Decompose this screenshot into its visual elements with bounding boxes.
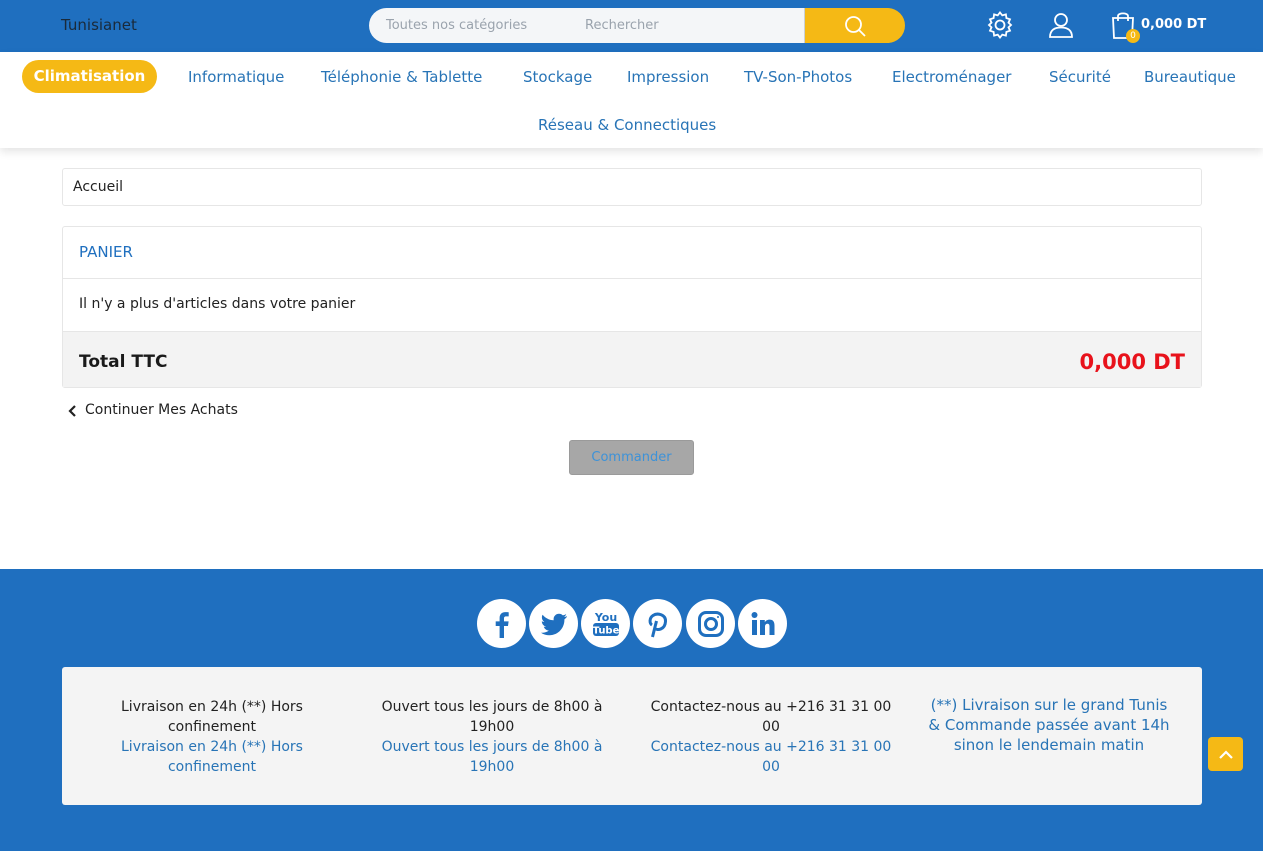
nav-item-securite[interactable]: Sécurité (1049, 68, 1111, 86)
settings-gear-icon (987, 11, 1013, 39)
chevron-up-icon (1218, 750, 1233, 759)
info-contact-link[interactable]: Contactez-nous au +216 31 31 00 00 (642, 737, 900, 777)
cart-total-row: Total TTC 0,000 DT (63, 332, 1201, 387)
twitter-link[interactable] (529, 599, 578, 648)
top-header: Tunisianet Toutes nos catégories 0 0,000… (0, 0, 1263, 52)
user-icon (1049, 13, 1073, 38)
info-opening-hours: Ouvert tous les jours de 8h00 à 19h00 Ou… (362, 697, 622, 777)
nav-item-informatique[interactable]: Informatique (188, 68, 284, 86)
scroll-to-top-button[interactable] (1208, 737, 1243, 771)
instagram-link[interactable] (686, 599, 735, 648)
facebook-link[interactable] (477, 599, 526, 648)
cart-empty-message: Il n'y a plus d'articles dans votre pani… (63, 279, 1201, 332)
category-select[interactable]: Toutes nos catégories (369, 8, 569, 43)
info-delivery-link[interactable]: Livraison en 24h (**) Hors confinement (102, 737, 322, 777)
cart-total-amount[interactable]: 0,000 DT (1141, 17, 1206, 32)
chevron-left-icon (68, 405, 76, 417)
info-contact-text: Contactez-nous au +216 31 31 00 00 (650, 699, 892, 735)
footer: You Tube Livraison en 24h (**) Hors conf… (0, 569, 1263, 851)
info-hours-text: Ouvert tous les jours de 8h00 à 19h00 (381, 699, 603, 735)
search-icon (845, 15, 866, 37)
breadcrumb: Accueil (62, 168, 1202, 206)
category-nav: Climatisation Informatique Téléphonie & … (0, 52, 1263, 148)
brand-logo[interactable]: Tunisianet (61, 16, 137, 34)
search-bar: Toutes nos catégories (369, 8, 905, 43)
pinterest-link[interactable] (633, 599, 682, 648)
linkedin-link[interactable] (738, 599, 787, 648)
delivery-note: (**) Livraison sur le grand Tunis & Comm… (928, 696, 1170, 754)
account-button[interactable] (1044, 8, 1078, 42)
info-delivery-text: Livraison en 24h (**) Hors confinement (121, 699, 303, 735)
pinterest-icon (648, 612, 667, 637)
total-label: Total TTC (79, 352, 168, 372)
nav-item-impression[interactable]: Impression (627, 68, 709, 86)
nav-item-bureautique[interactable]: Bureautique (1144, 68, 1236, 86)
facebook-icon (495, 611, 509, 638)
youtube-link[interactable]: You Tube (581, 599, 630, 648)
cart-count-badge: 0 (1126, 29, 1140, 43)
order-button[interactable]: Commander (569, 440, 694, 475)
info-contact: Contactez-nous au +216 31 31 00 00 Conta… (642, 697, 900, 777)
nav-item-climatisation[interactable]: Climatisation (22, 60, 157, 93)
instagram-icon (697, 610, 724, 637)
continue-shopping-link[interactable]: Continuer Mes Achats (66, 402, 238, 418)
continue-shopping-label: Continuer Mes Achats (85, 402, 238, 418)
linkedin-icon (751, 611, 774, 635)
nav-item-electromenager[interactable]: Electroménager (892, 68, 1011, 86)
svg-text:You: You (593, 611, 616, 624)
settings-button[interactable] (983, 8, 1017, 42)
total-value: 0,000 DT (1079, 350, 1186, 374)
search-button[interactable] (805, 8, 905, 43)
info-delivery: Livraison en 24h (**) Hors confinement L… (102, 697, 322, 777)
nav-item-stockage[interactable]: Stockage (523, 68, 592, 86)
search-input[interactable] (569, 8, 805, 43)
svg-text:Tube: Tube (592, 625, 619, 636)
scrollbar-track[interactable] (1263, 0, 1280, 851)
cart-title: PANIER (63, 227, 1201, 279)
nav-item-telephonie[interactable]: Téléphonie & Tablette (321, 68, 482, 86)
youtube-icon: You Tube (592, 611, 619, 637)
info-hours-link[interactable]: Ouvert tous les jours de 8h00 à 19h00 (362, 737, 622, 777)
cart-panel: PANIER Il n'y a plus d'articles dans vot… (62, 226, 1202, 388)
nav-item-reseau[interactable]: Réseau & Connectiques (538, 116, 716, 134)
breadcrumb-home-link[interactable]: Accueil (73, 179, 123, 195)
nav-item-tv-son-photos[interactable]: TV-Son-Photos (744, 68, 852, 86)
footer-info-box: Livraison en 24h (**) Hors confinement L… (62, 667, 1202, 805)
twitter-icon (540, 613, 567, 635)
